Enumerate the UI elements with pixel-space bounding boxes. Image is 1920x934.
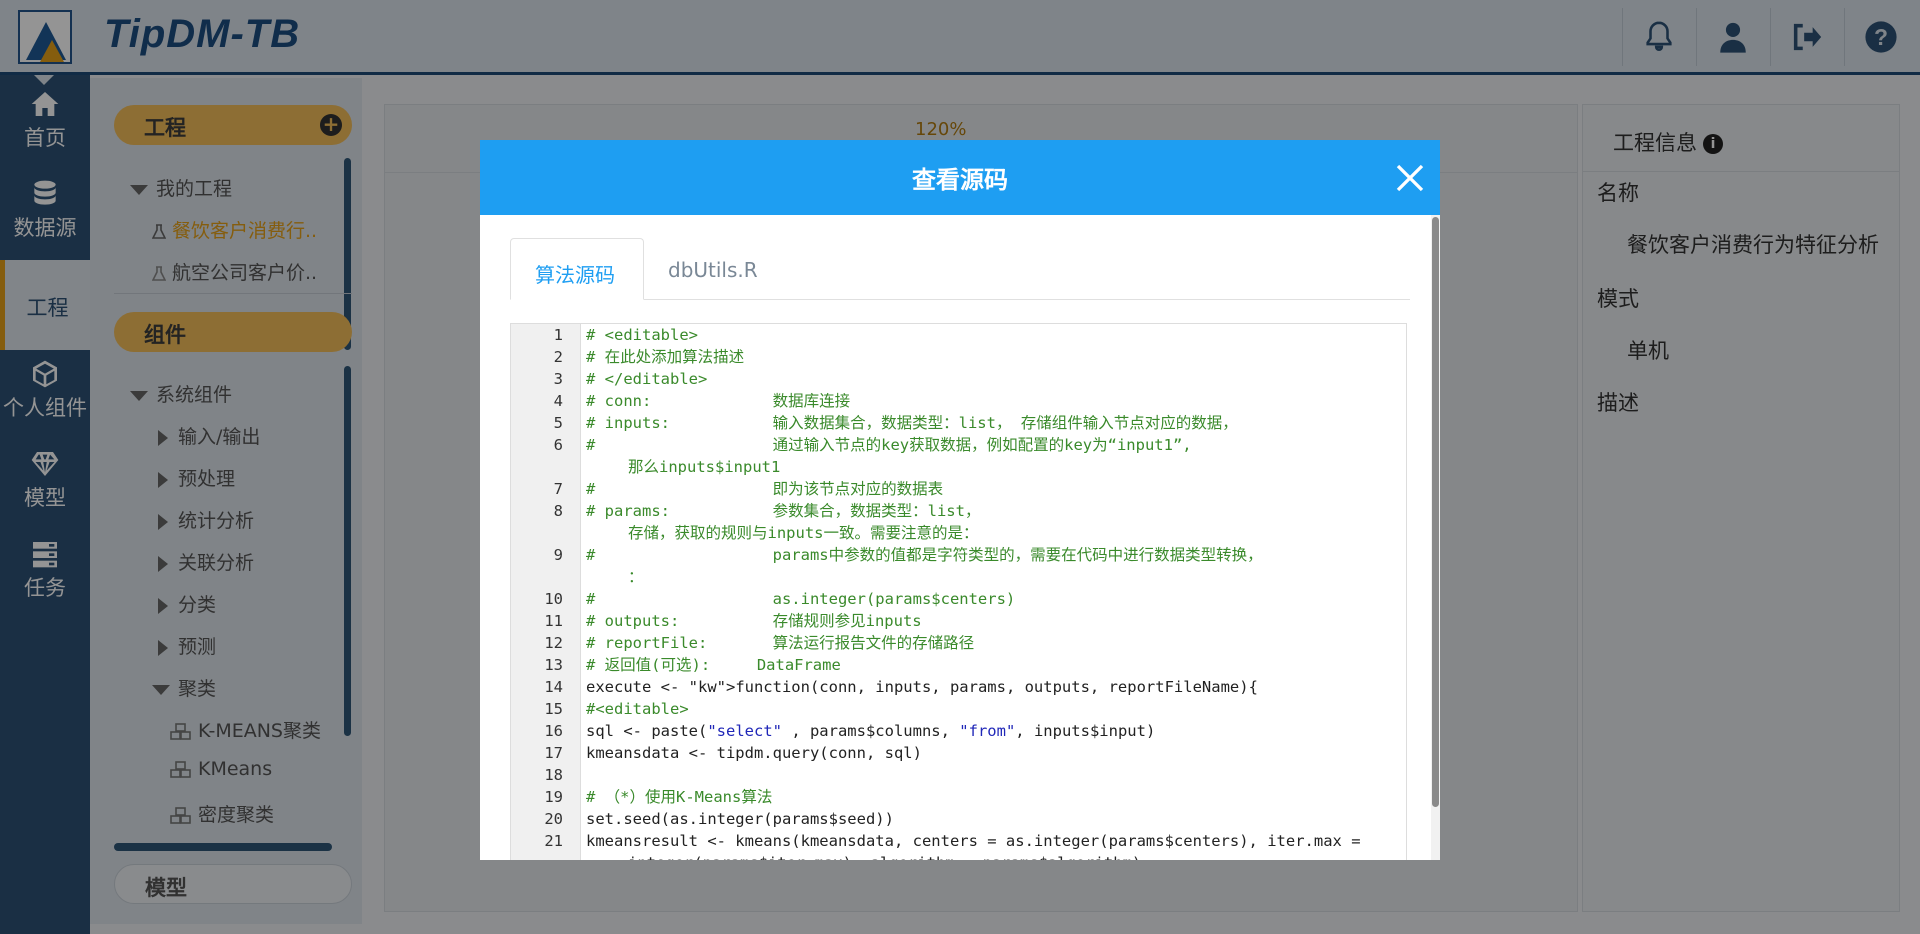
code-text: kmeansresult <- kmeans(kmeansdata, cente… <box>586 832 1361 850</box>
line-number: 1 <box>553 326 563 344</box>
line-number <box>511 852 563 860</box>
code-line: 21 kmeansresult <- kmeans(kmeansdata, cen… <box>511 830 1406 852</box>
code-text: sql <- paste("select" , params$columns, … <box>586 722 1156 740</box>
line-number: 8 <box>553 502 563 520</box>
code-text: # 即为该节点对应的数据表 <box>586 480 944 498</box>
tab-underline <box>510 299 1410 300</box>
code-line: 11 # outputs: 存储规则参见inputs <box>511 610 1406 632</box>
line-number: 5 <box>553 414 563 432</box>
code-line: 5 # inputs: 输入数据集合，数据类型：list， 存储组件输入节点对应的… <box>511 412 1406 434</box>
code-line: 2 # 在此处添加算法描述 <box>511 346 1406 368</box>
code-text: # reportFile: 算法运行报告文件的存储路径 <box>586 634 975 652</box>
modal-header: 查看源码 <box>480 140 1440 215</box>
code-text: # params中参数的值都是字符类型的，需要在代码中进行数据类型转换， <box>586 546 1263 564</box>
code-line: 那么inputs$input1 <box>511 456 1406 478</box>
code-text: # 在此处添加算法描述 <box>586 348 745 366</box>
modal-scrollbar-thumb[interactable] <box>1432 217 1439 807</box>
code-text: # <editable> <box>586 326 698 344</box>
modal-scrollbar[interactable] <box>1431 215 1440 860</box>
code-lines: 1 # <editable> 2 # 在此处添加算法描述 3 # </editable> 4… <box>511 324 1406 860</box>
line-number: 18 <box>544 766 563 784</box>
code-line: 13 # 返回值(可选): DataFrame <box>511 654 1406 676</box>
code-line: 18 <box>511 764 1406 786</box>
code-line: 10 # as.integer(params$centers) <box>511 588 1406 610</box>
line-number: 4 <box>553 392 563 410</box>
code-line: 16 sql <- paste("select" , params$columns… <box>511 720 1406 742</box>
code-line: 8 # params: 参数集合，数据类型：list， <box>511 500 1406 522</box>
line-number <box>511 522 563 544</box>
line-number: 11 <box>544 612 563 630</box>
code-text: # conn: 数据库连接 <box>586 392 851 410</box>
tab-dbutils[interactable]: dbUtils.R <box>644 238 782 300</box>
line-number: 2 <box>553 348 563 366</box>
code-line: 20 set.seed(as.integer(params$seed)) <box>511 808 1406 830</box>
code-line: 12 # reportFile: 算法运行报告文件的存储路径 <box>511 632 1406 654</box>
code-text: # （*）使用K-Means算法 <box>586 788 773 806</box>
code-text: set.seed(as.integer(params$seed)) <box>586 810 894 828</box>
code-text: # 返回值(可选): DataFrame <box>586 656 841 674</box>
code-line: 15 #<editable> <box>511 698 1406 720</box>
code-text: #<editable> <box>586 700 689 718</box>
view-source-modal: 查看源码 算法源码 dbUtils.R 1 # <editable> 2 # 在此处添… <box>480 140 1440 860</box>
code-line: 1 # <editable> <box>511 324 1406 346</box>
code-line: 存储，获取的规则与inputs一致。需要注意的是： <box>511 522 1406 544</box>
line-number <box>511 456 563 478</box>
code-line: 7 # 即为该节点对应的数据表 <box>511 478 1406 500</box>
code-text: 存储，获取的规则与inputs一致。需要注意的是： <box>628 524 979 542</box>
code-text: 那么inputs$input1 <box>628 458 781 476</box>
code-line: ： <box>511 566 1406 588</box>
tab-algorithm-source[interactable]: 算法源码 <box>510 238 644 300</box>
code-editor[interactable]: 1 # <editable> 2 # 在此处添加算法描述 3 # </editable> 4… <box>510 323 1407 860</box>
line-number: 9 <box>553 546 563 564</box>
line-number: 14 <box>544 678 563 696</box>
code-line: 19 # （*）使用K-Means算法 <box>511 786 1406 808</box>
line-number: 17 <box>544 744 563 762</box>
line-number: 12 <box>544 634 563 652</box>
code-line: integer(params$iter.max), algorithm = pa… <box>511 852 1406 860</box>
modal-title: 查看源码 <box>912 166 1008 194</box>
code-line: 9 # params中参数的值都是字符类型的，需要在代码中进行数据类型转换， <box>511 544 1406 566</box>
line-number: 20 <box>544 810 563 828</box>
line-number: 3 <box>553 370 563 388</box>
code-text: # outputs: 存储规则参见inputs <box>586 612 922 630</box>
line-number: 15 <box>544 700 563 718</box>
code-line: 4 # conn: 数据库连接 <box>511 390 1406 412</box>
line-number: 19 <box>544 788 563 806</box>
code-line: 3 # </editable> <box>511 368 1406 390</box>
line-number <box>511 566 563 588</box>
code-text: # params: 参数集合，数据类型：list， <box>586 502 981 520</box>
code-text: # </editable> <box>586 370 708 388</box>
code-line: 17 kmeansdata <- tipdm.query(conn, sql) <box>511 742 1406 764</box>
code-text: integer(params$iter.max), algorithm = pa… <box>563 852 1141 860</box>
code-text: ： <box>628 568 644 586</box>
close-icon[interactable] <box>1392 160 1428 196</box>
code-text: # as.integer(params$centers) <box>586 590 1016 608</box>
line-number: 6 <box>553 436 563 454</box>
line-number: 7 <box>553 480 563 498</box>
code-line: 6 # 通过输入节点的key获取数据，例如配置的key为“input1”, <box>511 434 1406 456</box>
code-line: 14 execute <- "kw">function(conn, inputs,… <box>511 676 1406 698</box>
line-number: 10 <box>544 590 563 608</box>
code-text: execute <- "kw">function(conn, inputs, p… <box>586 678 1258 696</box>
code-text: # inputs: 输入数据集合，数据类型：list， 存储组件输入节点对应的数… <box>586 414 1238 432</box>
line-number: 16 <box>544 722 563 740</box>
line-number: 21 <box>544 832 563 850</box>
line-number: 13 <box>544 656 563 674</box>
code-text: kmeansdata <- tipdm.query(conn, sql) <box>586 744 922 762</box>
code-text: # 通过输入节点的key获取数据，例如配置的key为“input1”, <box>586 436 1192 454</box>
